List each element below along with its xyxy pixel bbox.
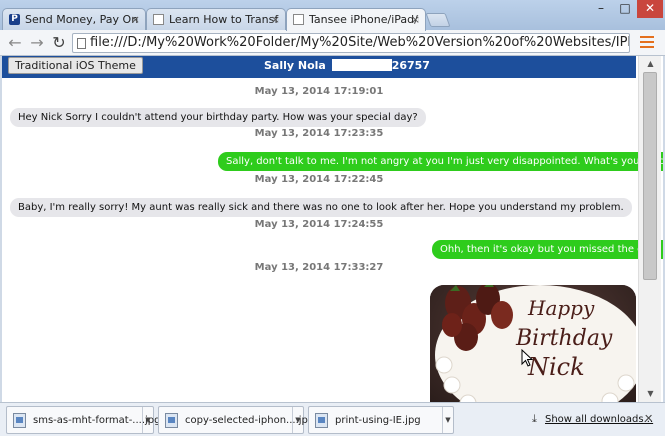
tab-label: Tansee iPhone/iPad/iPod (309, 13, 419, 26)
page-icon (77, 38, 86, 49)
scrollbar-thumb[interactable] (643, 72, 657, 280)
contact-name: Sally Nola (264, 59, 326, 72)
address-bar[interactable]: file:///D:/My%20Work%20Folder/My%20Site/… (72, 33, 630, 53)
contact-number-suffix: 26757 (391, 59, 430, 72)
message-bubble-incoming: Baby, I'm really sorry! My aunt was real… (10, 198, 632, 217)
download-shelf: sms-as-mht-format-....jpg ▼ copy-selecte… (0, 402, 665, 436)
vertical-scrollbar[interactable]: ▲ ▼ (638, 56, 661, 402)
tab-strip: P Send Money, Pay Online c × Learn How t… (0, 0, 665, 31)
download-icon: ⤓ (532, 412, 537, 425)
document-icon (293, 14, 304, 25)
close-shelf-icon[interactable]: ✕ (644, 412, 653, 425)
forward-button[interactable]: → (28, 34, 46, 52)
close-tab-icon[interactable]: × (131, 13, 140, 26)
close-tab-icon[interactable]: × (411, 13, 420, 26)
redacted-number (331, 59, 392, 71)
mouse-cursor-icon (521, 349, 533, 367)
image-file-icon (165, 413, 178, 428)
url-text: file:///D:/My%20Work%20Folder/My%20Site/… (90, 35, 629, 50)
tab-label: Learn How to Transfer Me (169, 13, 279, 26)
message-timestamp: May 13, 2014 17:33:27 (254, 262, 384, 273)
tab-tansee[interactable]: Tansee iPhone/iPad/iPod × (286, 8, 426, 31)
image-file-icon (13, 413, 26, 428)
show-all-downloads-link[interactable]: Show all downloads... (545, 414, 653, 425)
conversation-header: Traditional iOS Theme Sally Nola 26757 (2, 56, 636, 78)
scroll-down-arrow-icon[interactable]: ▼ (639, 386, 662, 402)
menu-icon[interactable] (640, 36, 654, 50)
cake-text-nick: Nick (527, 353, 585, 381)
cake-text-birthday: Birthday (515, 326, 613, 351)
message-timestamp: May 13, 2014 17:23:35 (254, 128, 384, 139)
message-timestamp: May 13, 2014 17:24:55 (254, 219, 384, 230)
download-filename: print-using-IE.jpg (335, 415, 421, 426)
image-file-icon (315, 413, 328, 428)
document-icon (153, 14, 164, 25)
message-timestamp: May 13, 2014 17:22:45 (254, 174, 384, 185)
minimize-button[interactable]: – (589, 0, 613, 18)
download-item[interactable]: copy-selected-iphon....jpg ▼ (158, 406, 314, 434)
browser-window: P Send Money, Pay Online c × Learn How t… (0, 0, 665, 436)
message-timestamp: May 13, 2014 17:19:01 (254, 86, 384, 97)
close-tab-icon[interactable]: × (271, 13, 280, 26)
message-bubble-outgoing: Ohh, then it's okay but you missed the c… (432, 240, 663, 259)
new-tab-button[interactable] (425, 13, 451, 27)
download-item[interactable]: sms-as-mht-format-....jpg ▼ (6, 406, 161, 434)
chevron-down-icon[interactable]: ▼ (442, 407, 453, 433)
maximize-button[interactable]: □ (613, 0, 637, 18)
chevron-down-icon[interactable]: ▼ (292, 407, 303, 433)
back-button[interactable]: ← (6, 34, 24, 52)
reload-button[interactable]: ↻ (50, 34, 68, 52)
birthday-cake-photo[interactable]: Happy Birthday Nick (430, 285, 636, 402)
browser-toolbar: ← → ↻ file:///D:/My%20Work%20Folder/My%2… (0, 30, 665, 56)
contact-title: Sally Nola 26757 (264, 59, 430, 72)
paypal-icon: P (9, 14, 20, 25)
chevron-down-icon[interactable]: ▼ (142, 407, 153, 433)
cake-image: Happy Birthday Nick (430, 285, 636, 402)
tab-paypal[interactable]: P Send Money, Pay Online c × (2, 8, 146, 30)
download-item[interactable]: print-using-IE.jpg ▼ (308, 406, 454, 434)
cake-text-happy: Happy (527, 296, 595, 320)
tab-learn-transfer[interactable]: Learn How to Transfer Me × (146, 8, 286, 30)
page-content: Traditional iOS Theme Sally Nola 26757 M… (2, 56, 663, 402)
scroll-up-arrow-icon[interactable]: ▲ (639, 56, 662, 72)
message-bubble-incoming: Hey Nick Sorry I couldn't attend your bi… (10, 108, 426, 127)
close-window-button[interactable]: ✕ (637, 0, 663, 18)
traditional-theme-button[interactable]: Traditional iOS Theme (8, 57, 143, 74)
tab-label: Send Money, Pay Online c (25, 13, 139, 26)
message-bubble-outgoing: Sally, don't talk to me. I'm not angry a… (218, 152, 663, 171)
